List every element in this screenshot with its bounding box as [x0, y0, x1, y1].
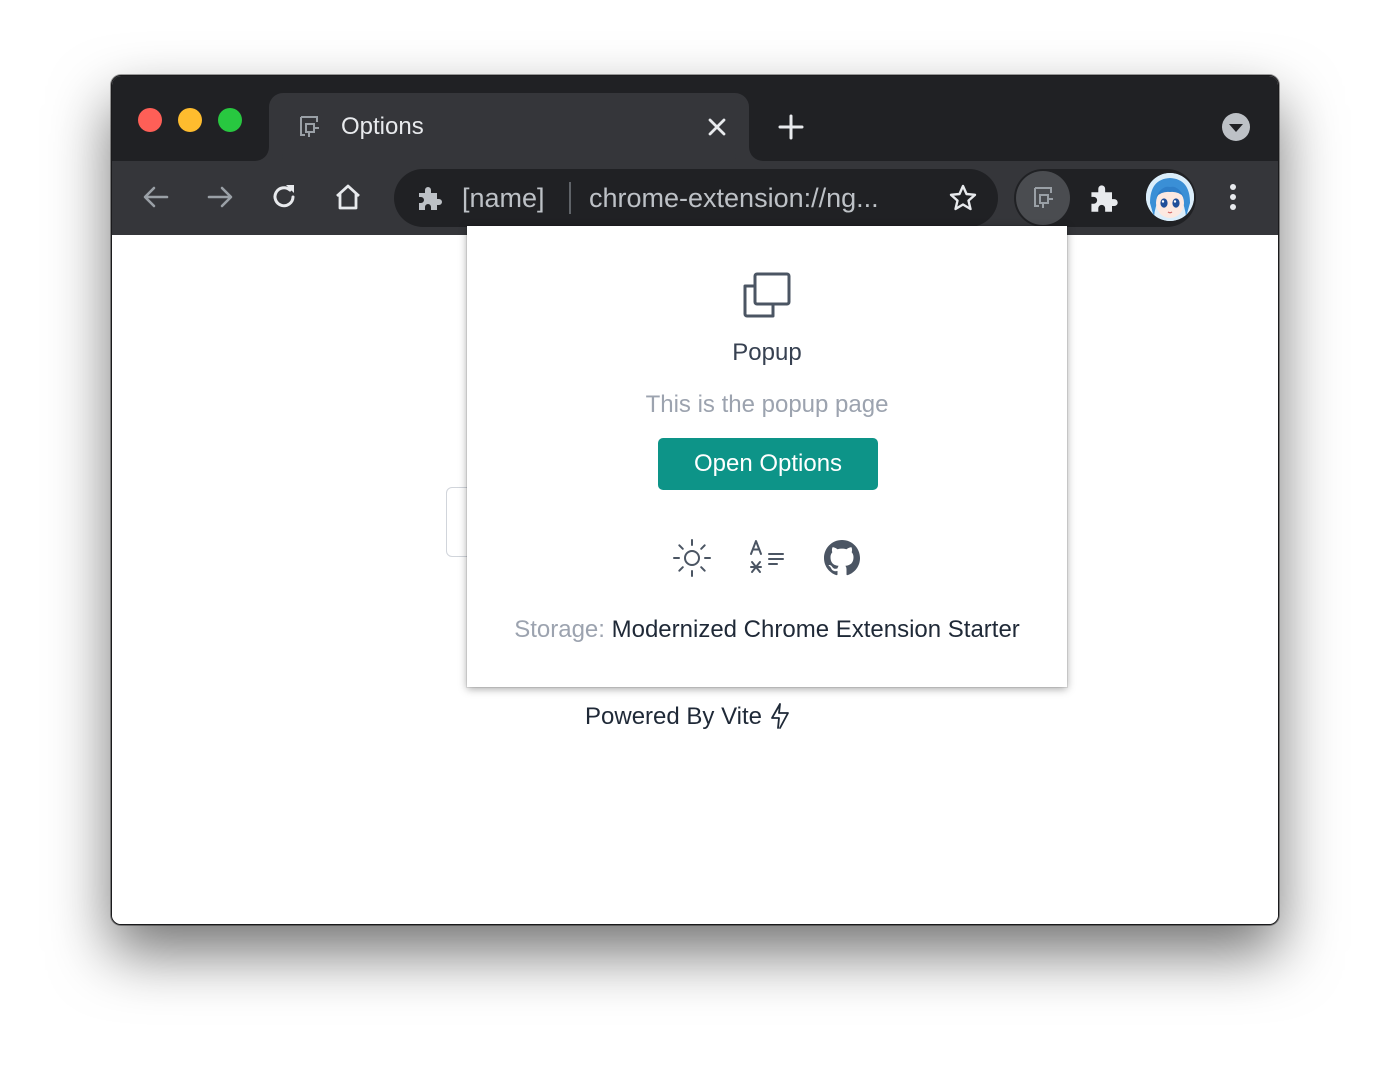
sun-icon[interactable] — [672, 538, 712, 578]
zoom-window-button[interactable] — [218, 108, 242, 132]
puzzle-icon[interactable] — [1088, 182, 1120, 214]
arrow-right-icon[interactable] — [204, 181, 236, 213]
translate-icon[interactable] — [747, 538, 787, 578]
storage-line: Storage: Modernized Chrome Extension Sta… — [467, 615, 1067, 645]
extension-app-icon — [300, 116, 319, 137]
extension-app-icon — [1034, 187, 1053, 208]
avatar[interactable] — [1146, 173, 1194, 221]
open-options-button[interactable]: Open Options — [658, 438, 878, 490]
chevron-down-circle-icon[interactable] — [1222, 113, 1250, 141]
profile-avatar-image — [1146, 173, 1194, 221]
extension-action-button[interactable] — [1016, 171, 1070, 225]
popup-title: Popup — [732, 339, 802, 366]
star-icon[interactable] — [948, 183, 978, 213]
popup-description: This is the popup page — [645, 391, 889, 418]
address-url[interactable]: chrome-extension://ng... — [589, 183, 879, 213]
tab-strip: Options — [112, 76, 1278, 161]
tab-title: Options — [341, 113, 424, 140]
window-stack-icon — [743, 272, 791, 318]
close-window-button[interactable] — [138, 108, 162, 132]
kebab-menu-icon[interactable] — [1218, 181, 1248, 213]
tab-options[interactable]: Options — [269, 93, 749, 161]
plus-icon[interactable] — [776, 112, 806, 142]
github-icon[interactable] — [822, 538, 862, 578]
address-bar[interactable]: [name] chrome-extension://ng... — [394, 169, 998, 227]
powered-by-text: Powered By Vite — [585, 703, 762, 730]
extensions-area — [1014, 169, 1196, 227]
storage-value: Modernized Chrome Extension Starter — [611, 616, 1020, 643]
arrow-left-icon[interactable] — [140, 181, 172, 213]
reload-icon[interactable] — [268, 181, 300, 213]
browser-toolbar: [name] chrome-extension://ng... — [112, 161, 1278, 235]
storage-label: Storage: — [514, 616, 605, 643]
minimize-window-button[interactable] — [178, 108, 202, 132]
extension-name: [name] — [462, 183, 545, 213]
close-icon[interactable] — [705, 115, 729, 139]
lightning-icon — [771, 703, 789, 729]
puzzle-icon — [419, 187, 442, 210]
address-separator — [569, 182, 571, 214]
home-icon[interactable] — [332, 181, 364, 213]
extension-popup: Popup This is the popup page Open Option… — [467, 226, 1067, 687]
powered-by-footer: Powered By Vite — [585, 701, 796, 732]
